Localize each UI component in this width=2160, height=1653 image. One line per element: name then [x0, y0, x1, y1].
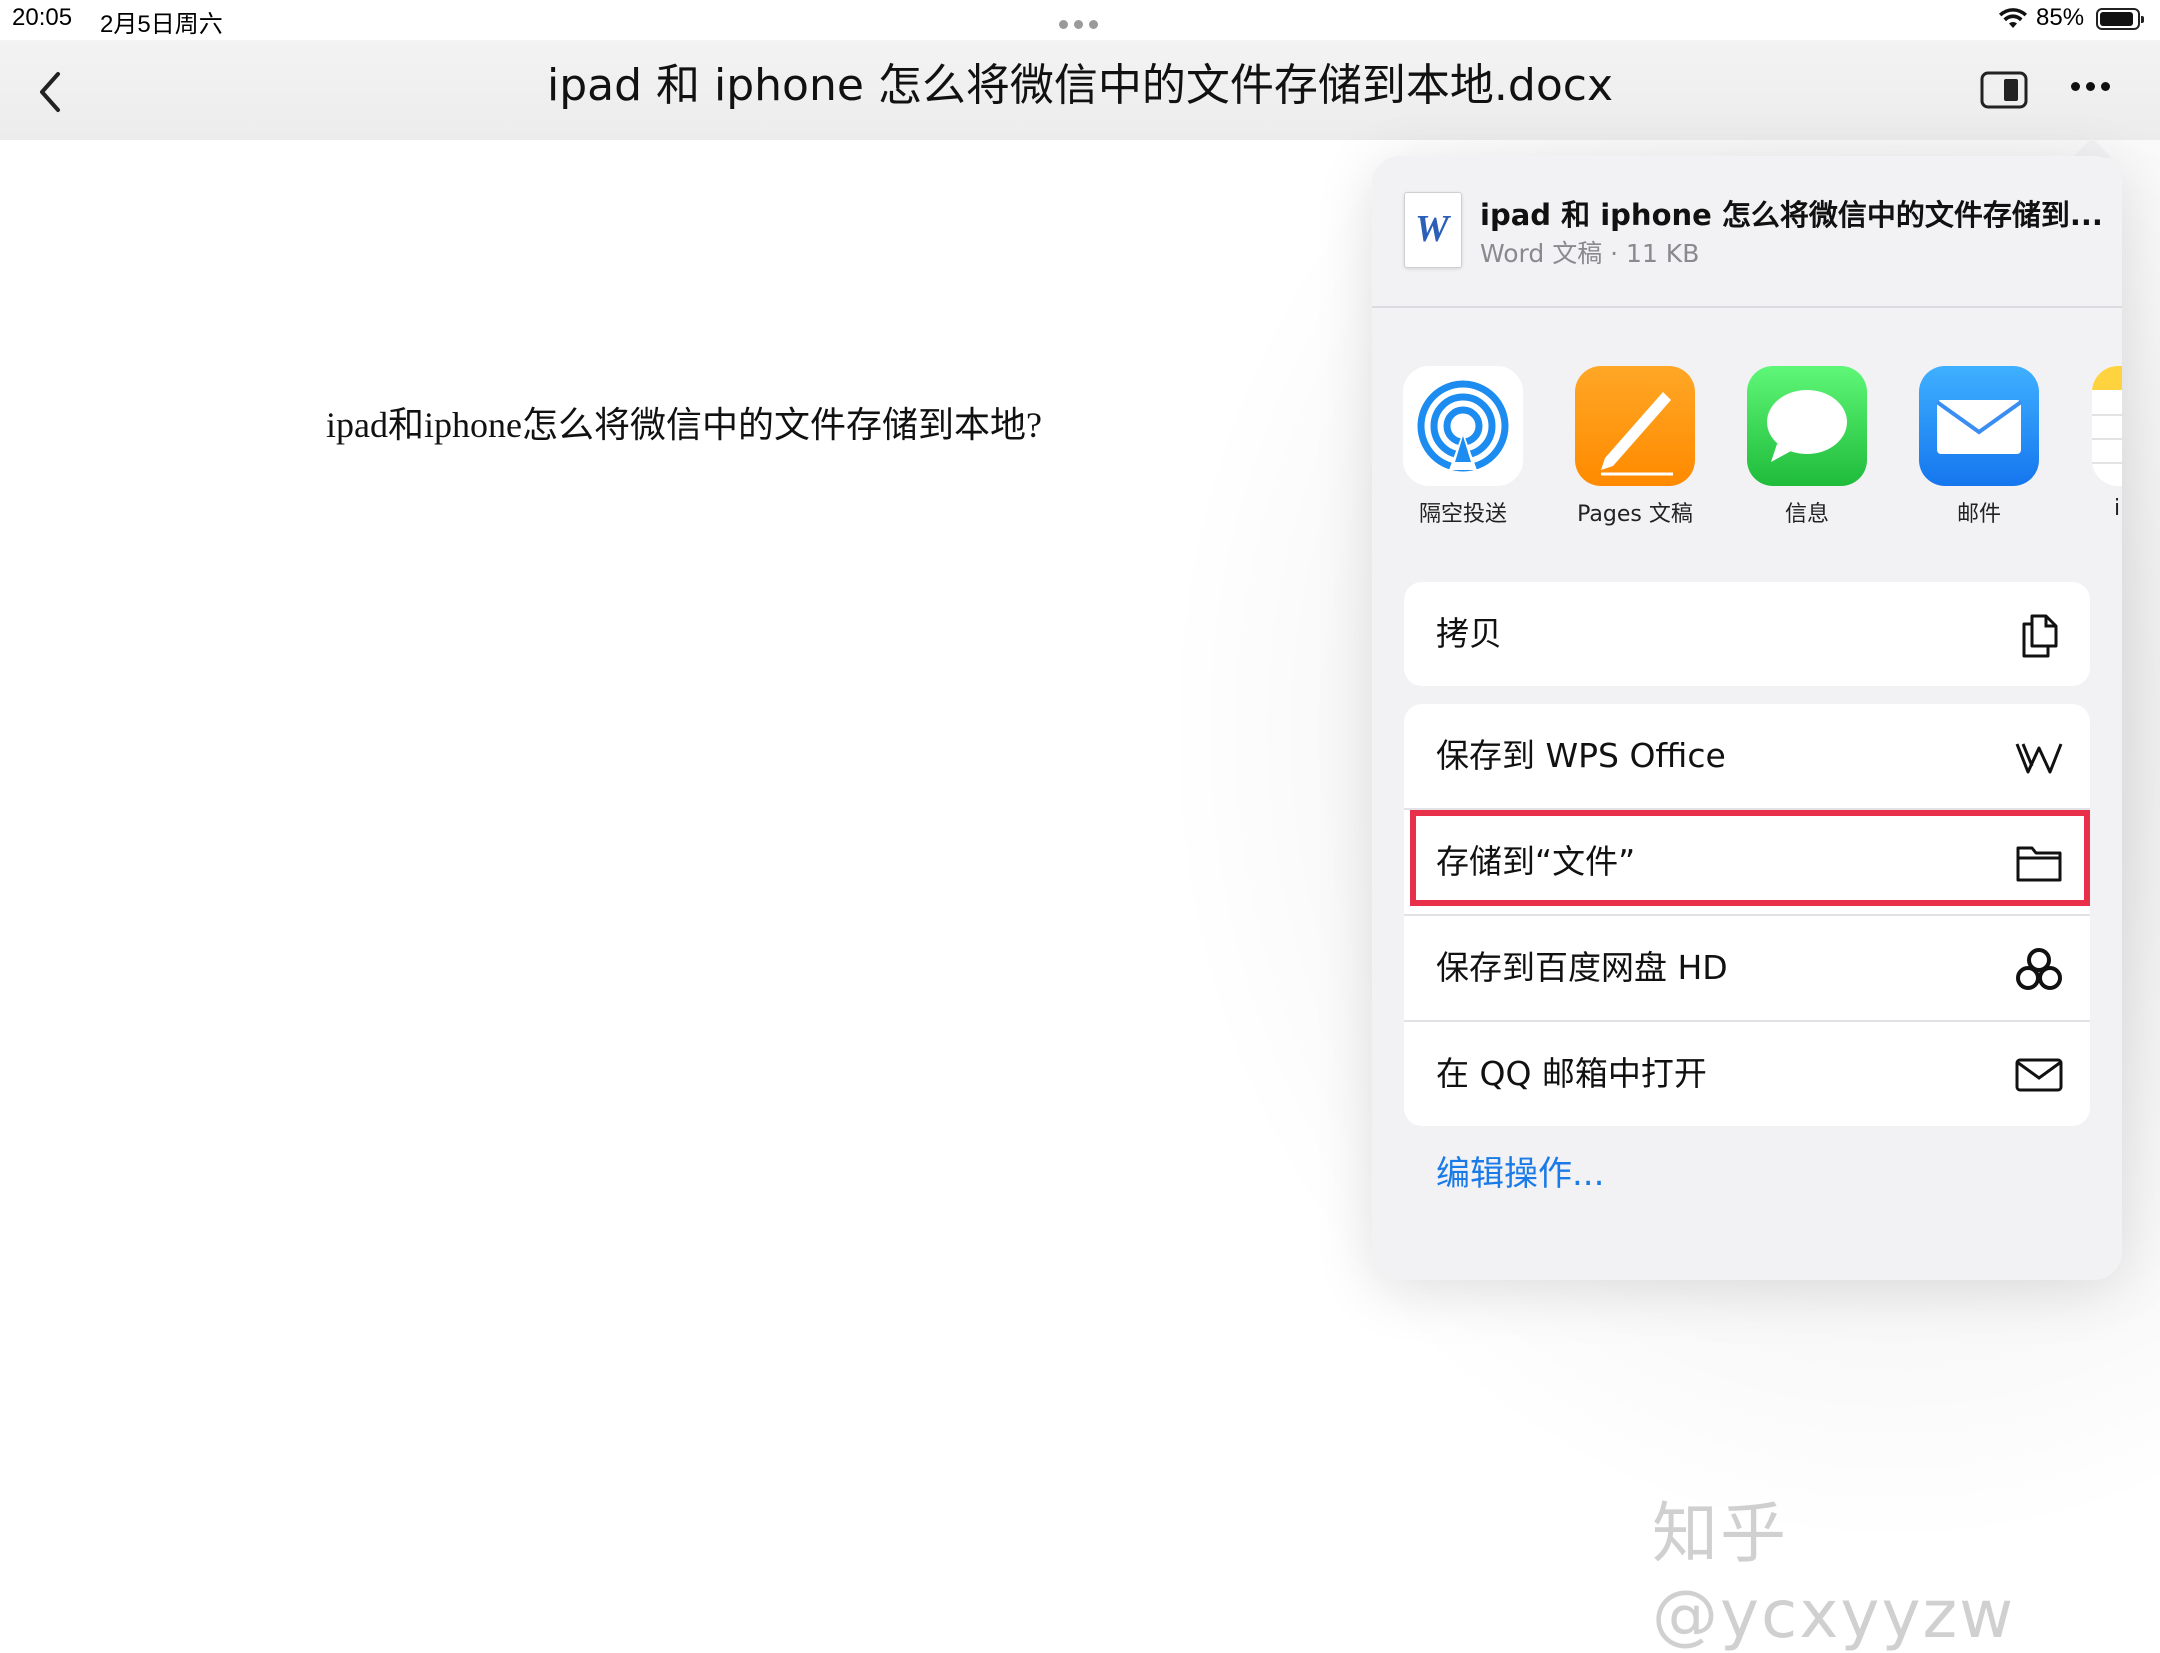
share-file-name: ipad 和 iphone 怎么将微信中的文件存储到... — [1480, 198, 2103, 232]
pages-icon — [1575, 366, 1695, 486]
word-document-icon: W — [1404, 192, 1462, 268]
app-label: 隔空投送 — [1418, 502, 1507, 527]
action-label: 保存到百度网盘 HD — [1436, 948, 1728, 987]
action-group-copy: 拷贝 — [1404, 582, 2090, 686]
more-options-icon[interactable] — [2068, 76, 2116, 96]
notes-icon — [2092, 366, 2122, 486]
wps-icon — [2015, 743, 2063, 774]
action-save-wps[interactable]: 保存到 WPS Office — [1404, 704, 2090, 810]
share-app-messages[interactable]: 信息 — [1732, 366, 1882, 528]
share-sheet: W ipad 和 iphone 怎么将微信中的文件存储到... Word 文稿 … — [1372, 156, 2122, 1280]
baidu-netdisk-icon — [2016, 948, 2062, 990]
app-label: Pages 文稿 — [1577, 502, 1693, 527]
app-label: 信息 — [1784, 502, 1829, 527]
app-label: 邮件 — [1956, 502, 2001, 527]
mail-icon — [1919, 366, 2039, 486]
share-app-notes[interactable]: i — [2076, 366, 2122, 521]
status-bar: 20:05 2月5日周六 85% — [0, 0, 2160, 40]
battery-percent: 85% — [2036, 4, 2085, 31]
battery-icon — [2096, 8, 2144, 30]
document-title: ipad 和 iphone 怎么将微信中的文件存储到本地.docx — [547, 60, 1613, 111]
share-app-row: 隔空投送 Pages 文稿 信息 邮件 i — [1372, 366, 2122, 528]
share-app-pages[interactable]: Pages 文稿 — [1560, 366, 1710, 528]
envelope-icon — [2015, 1058, 2063, 1092]
share-file-meta: Word 文稿 · 11 KB — [1480, 239, 1700, 268]
highlight-box — [1410, 810, 2090, 906]
action-label: 拷贝 — [1436, 614, 1502, 653]
navigation-bar: ipad 和 iphone 怎么将微信中的文件存储到本地.docx — [0, 40, 2160, 140]
sidebar-toggle-icon[interactable] — [1980, 70, 2028, 110]
action-copy[interactable]: 拷贝 — [1404, 582, 2090, 686]
share-app-airdrop[interactable]: 隔空投送 — [1388, 366, 1538, 528]
action-save-baidu[interactable]: 保存到百度网盘 HD — [1404, 916, 2090, 1022]
status-date: 2月5日周六 — [100, 11, 223, 38]
app-label: i — [2114, 496, 2121, 521]
multitasking-dots-icon[interactable] — [1056, 8, 1104, 29]
watermark: 知乎 @ycxyyzw — [1652, 1495, 2016, 1653]
action-label: 保存到 WPS Office — [1436, 736, 1726, 775]
action-group-save: 保存到 WPS Office 存储到“文件” 保存到百度网盘 HD 在 QQ 邮… — [1404, 704, 2090, 1126]
action-label: 在 QQ 邮箱中打开 — [1436, 1054, 1707, 1093]
messages-icon — [1747, 366, 1867, 486]
document-body-text: ipad和iphone怎么将微信中的文件存储到本地? — [326, 405, 1042, 445]
wifi-icon — [1999, 8, 2027, 28]
status-time: 20:05 — [12, 4, 73, 31]
edit-actions-link[interactable]: 编辑操作... — [1436, 1146, 1604, 1195]
share-app-mail[interactable]: 邮件 — [1904, 366, 2054, 528]
word-icon-letter: W — [1415, 208, 1449, 250]
popover-arrow — [2072, 138, 2112, 158]
copy-icon — [2022, 614, 2058, 658]
action-open-qq-mail[interactable]: 在 QQ 邮箱中打开 — [1404, 1022, 2090, 1126]
airdrop-icon — [1403, 366, 1523, 486]
share-file-header: W ipad 和 iphone 怎么将微信中的文件存储到... Word 文稿 … — [1372, 156, 2122, 308]
back-chevron-icon[interactable] — [34, 68, 70, 116]
